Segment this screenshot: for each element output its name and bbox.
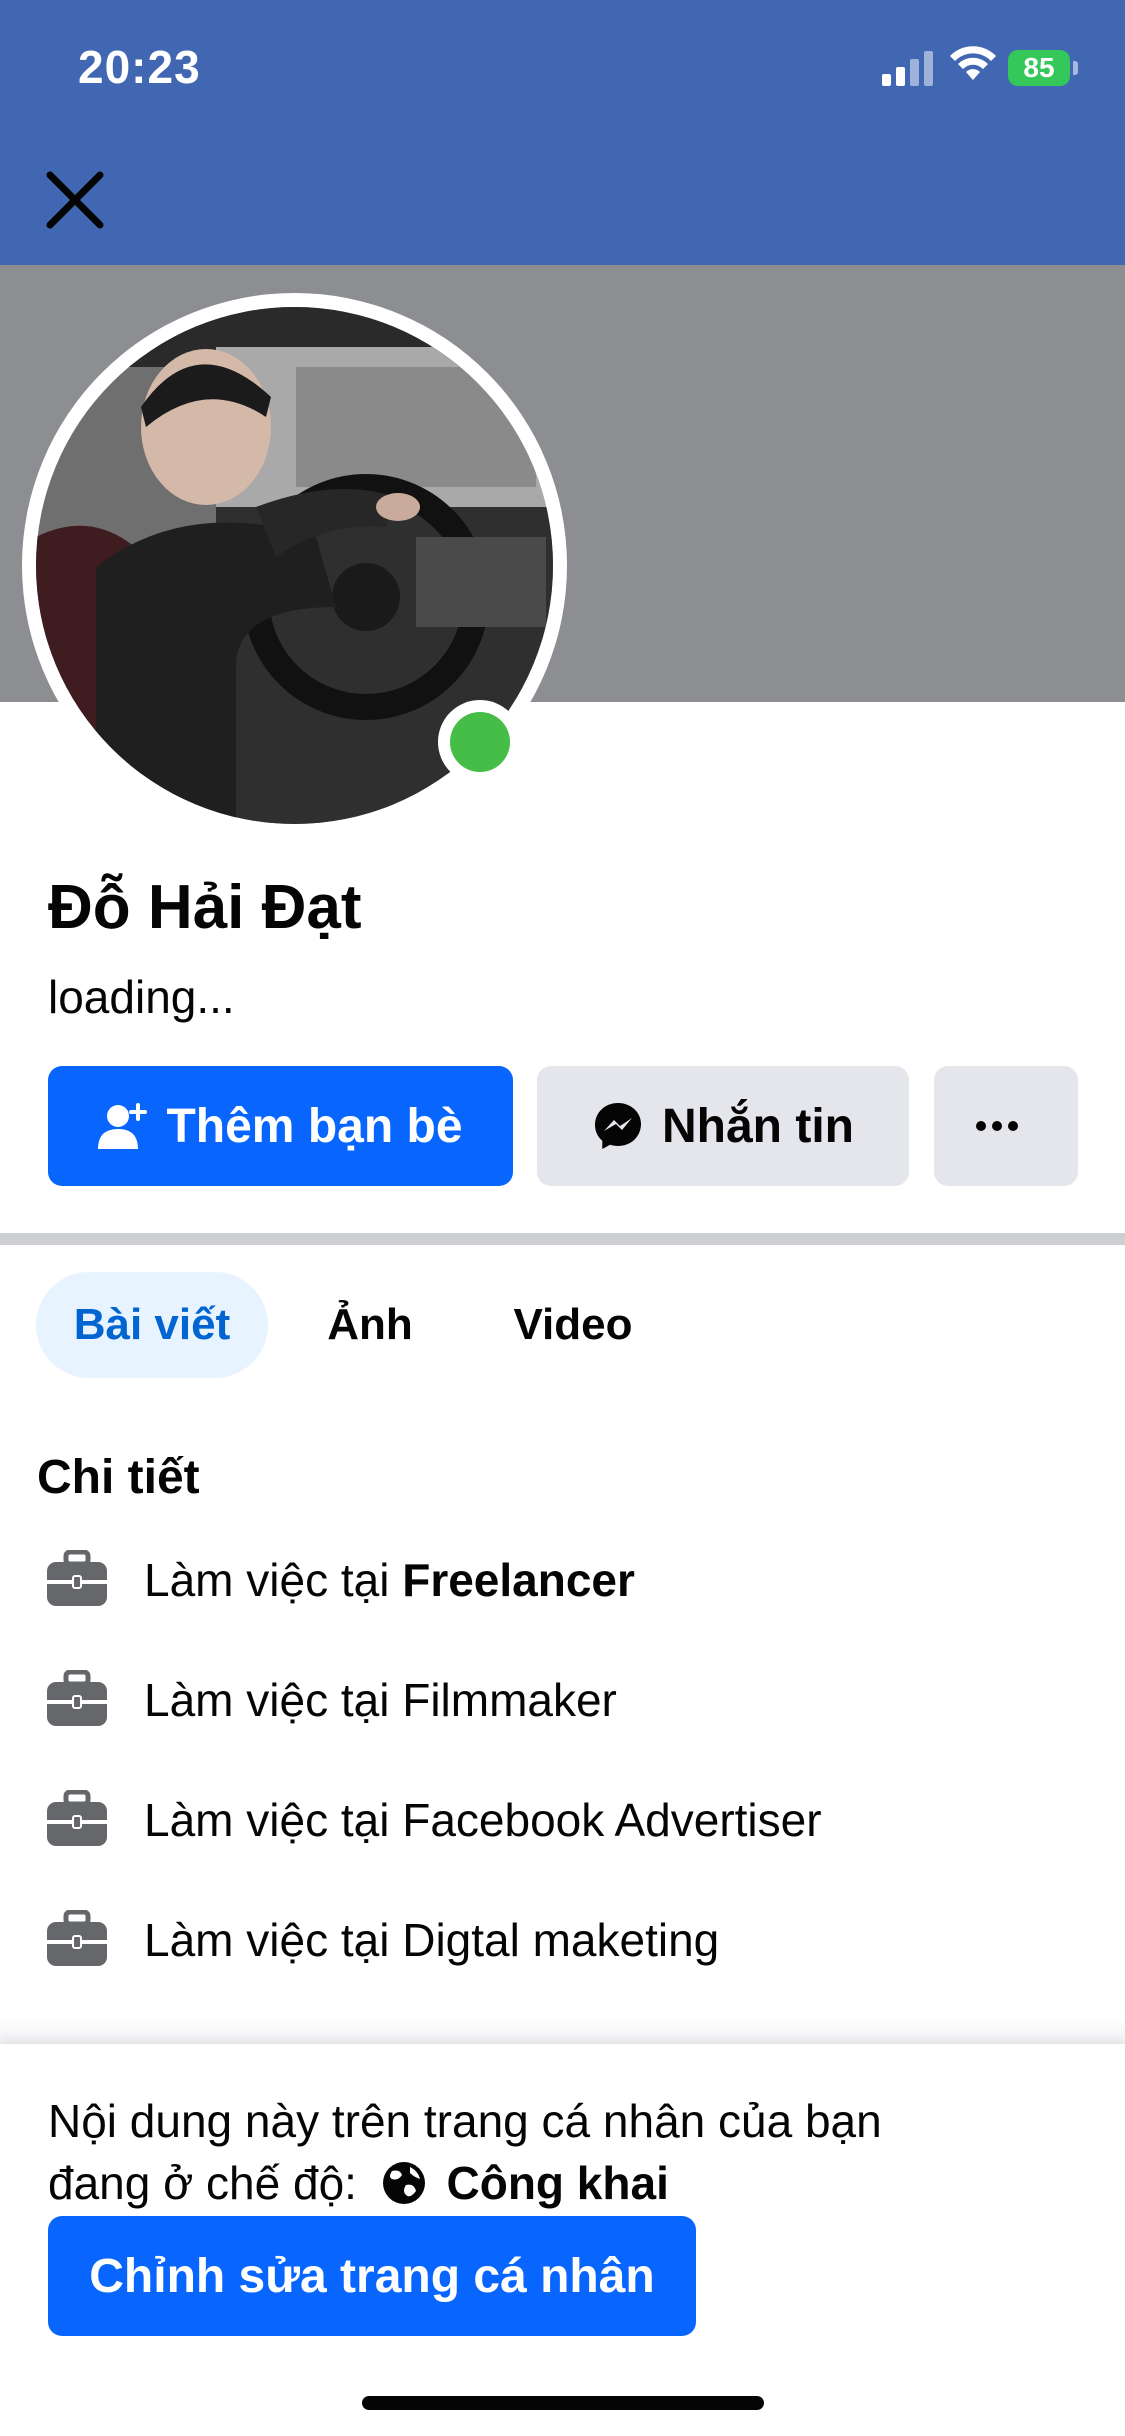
briefcase-icon (47, 1790, 107, 1846)
notice-line-1: Nội dung này trên trang cá nhân của bạn (48, 2095, 882, 2147)
battery-icon: 85 (1008, 50, 1070, 86)
notice-line-2: đang ở chế độ: Công khai (48, 2152, 1088, 2214)
briefcase-icon (47, 1550, 107, 1606)
battery-level: 85 (1023, 52, 1055, 83)
more-options-button[interactable] (934, 1066, 1078, 1186)
messenger-icon (595, 1103, 641, 1149)
battery-nub (1073, 61, 1078, 75)
briefcase-icon (47, 1670, 107, 1726)
home-indicator[interactable] (362, 2396, 764, 2410)
message-label: Nhắn tin (662, 1099, 854, 1153)
briefcase-icon (47, 1910, 107, 1966)
detail-item: Làm việc tại Facebook Advertiser (44, 1785, 822, 1855)
tab-videos[interactable]: Video (490, 1272, 656, 1378)
detail-prefix: Làm việc tại (144, 1674, 403, 1726)
add-friend-label: Thêm bạn bè (166, 1099, 463, 1153)
visibility-notice: Nội dung này trên trang cá nhân của bạn … (48, 2090, 1088, 2214)
status-time: 20:23 (78, 41, 201, 93)
edit-profile-button[interactable]: Chỉnh sửa trang cá nhân (48, 2216, 696, 2336)
section-divider (0, 1233, 1125, 1245)
detail-item: Làm việc tại Filmmaker (44, 1665, 617, 1735)
visibility-value[interactable]: Công khai (447, 2157, 669, 2209)
globe-icon (382, 2162, 425, 2204)
detail-item: Làm việc tại Freelancer (44, 1545, 635, 1615)
close-icon[interactable] (40, 165, 110, 235)
detail-employer: Digtal maketing (402, 1914, 720, 1966)
detail-employer: Facebook Advertiser (402, 1794, 822, 1846)
add-friend-icon (98, 1103, 148, 1149)
detail-prefix: Làm việc tại (144, 1794, 403, 1846)
wifi-icon (950, 46, 996, 80)
detail-employer: Filmmaker (402, 1674, 617, 1726)
notice-line-2-text: đang ở chế độ: (48, 2157, 357, 2209)
online-status-dot (450, 712, 510, 772)
message-button[interactable]: Nhắn tin (537, 1066, 909, 1186)
tab-photos[interactable]: Ảnh (300, 1272, 440, 1378)
detail-prefix: Làm việc tại (144, 1914, 403, 1966)
add-friend-button[interactable]: Thêm bạn bè (48, 1066, 513, 1186)
tab-posts[interactable]: Bài viết (36, 1272, 268, 1378)
cellular-signal-icon (882, 51, 933, 86)
detail-item: Làm việc tại Digtal maketing (44, 1905, 719, 1975)
scroll-fade (0, 2018, 1125, 2046)
detail-prefix: Làm việc tại (144, 1554, 403, 1606)
profile-subtitle: loading... (48, 971, 235, 1023)
detail-employer: Freelancer (402, 1554, 635, 1606)
details-heading: Chi tiết (37, 1451, 200, 1504)
more-icon (976, 1121, 1018, 1131)
profile-name: Đỗ Hải Đạt (48, 873, 362, 942)
